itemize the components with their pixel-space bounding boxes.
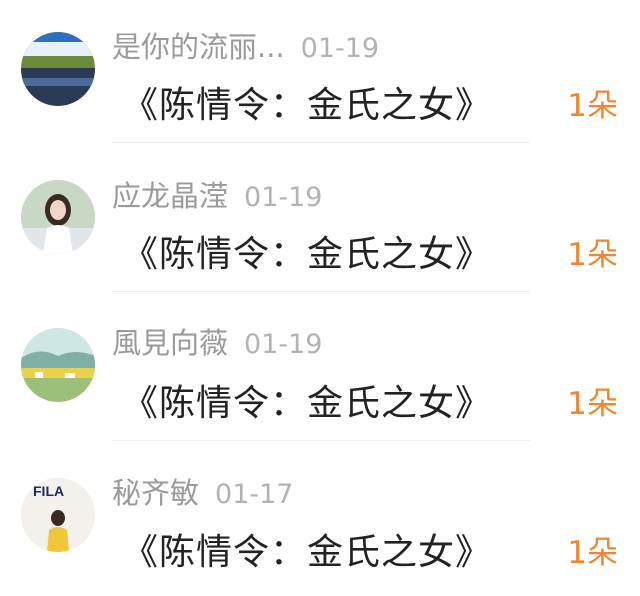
avatar[interactable] [21,180,95,254]
avatar[interactable] [21,32,95,106]
avatar[interactable]: FILA [21,478,95,552]
book-title[interactable]: 《陈情令：金氏之女》 [122,76,492,128]
fila-avatar-image: FILA [21,478,95,552]
avatar[interactable] [21,328,95,402]
gift-list: 是你的流丽... 01-19 《陈情令：金氏之女》 1朵 应龙晶滢 01-19 《陈… [0,0,640,589]
list-item[interactable]: 应龙晶滢 01-19 《陈情令：金氏之女》 1朵 [0,149,640,298]
post-date: 01-19 [244,182,323,213]
divider [112,440,530,441]
scenery-avatar-image [21,328,95,402]
divider [112,142,530,143]
avatar-logo-text: FILA [33,483,64,499]
user-meta: 秘齐敏 01-17 [112,470,293,512]
book-title[interactable]: 《陈情令：金氏之女》 [122,225,492,277]
flower-count: 1朵 [567,237,618,273]
username[interactable]: 是你的流丽... [112,30,285,64]
list-item[interactable]: 風見向薇 01-19 《陈情令：金氏之女》 1朵 [0,298,640,447]
landscape-avatar-image [21,32,95,106]
flower-count: 1朵 [567,386,618,422]
username[interactable]: 風見向薇 [112,326,228,360]
user-meta: 是你的流丽... 01-19 [112,24,379,66]
list-item[interactable]: FILA 秘齐敏 01-17 《陈情令：金氏之女》 1朵 [0,447,640,596]
book-title[interactable]: 《陈情令：金氏之女》 [122,523,492,575]
person-avatar-image [21,180,95,254]
divider [112,291,530,292]
post-date: 01-17 [215,479,294,510]
username[interactable]: 秘齐敏 [112,476,199,510]
flower-count: 1朵 [567,535,618,571]
flower-count: 1朵 [567,88,618,124]
username[interactable]: 应龙晶滢 [112,179,228,213]
user-meta: 应龙晶滢 01-19 [112,173,322,215]
list-item[interactable]: 是你的流丽... 01-19 《陈情令：金氏之女》 1朵 [0,0,640,149]
post-date: 01-19 [244,329,323,360]
book-title[interactable]: 《陈情令：金氏之女》 [122,374,492,426]
post-date: 01-19 [300,33,380,64]
user-meta: 風見向薇 01-19 [112,320,322,362]
